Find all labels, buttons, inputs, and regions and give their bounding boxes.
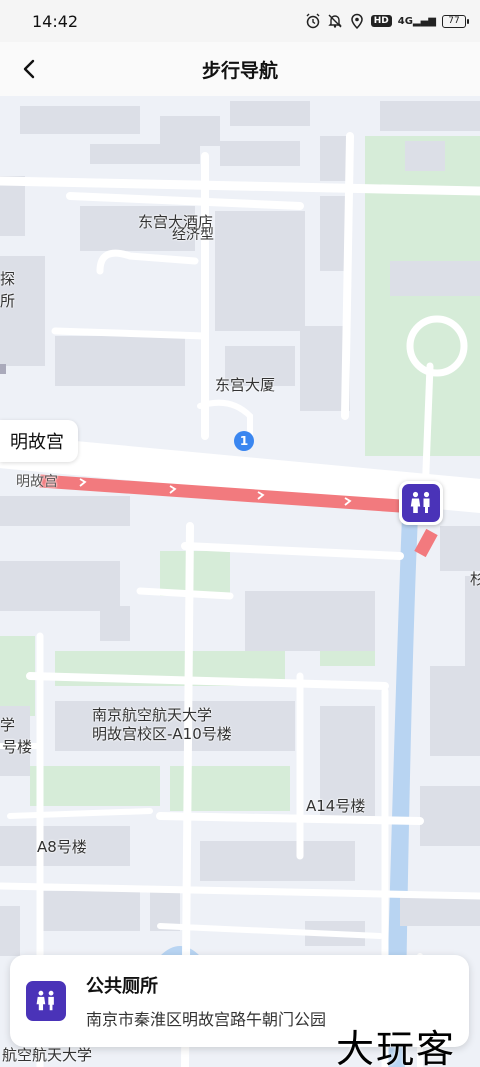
chevron-left-icon: [23, 59, 35, 79]
battery-level: 77: [448, 16, 460, 26]
page-title: 步行导航: [201, 59, 278, 82]
hd-icon: HD: [370, 15, 392, 27]
signal-icon: 4G▂▄▆: [397, 15, 436, 27]
place-chip[interactable]: 明故宫: [0, 420, 78, 462]
map-label-partial-5: 航空航天大学: [2, 1046, 93, 1064]
battery-icon: 77: [442, 14, 469, 28]
map-label-a14[interactable]: A14号楼: [306, 795, 365, 816]
poi-number-badge[interactable]: 1: [234, 431, 254, 451]
map-label-partial-6: 杉: [470, 570, 480, 588]
map-view[interactable]: 东宫大酒店 经济型 探 所 东宫大厦 明故宫 南京航空航天大学 明故宫校区-A1…: [0, 96, 480, 1067]
map-label-donggong-building[interactable]: 东宫大厦: [215, 374, 275, 395]
toilet-icon: [402, 484, 440, 522]
watermark-logo: 大玩客: [336, 1027, 457, 1067]
map-label-a10[interactable]: 明故宫校区-A10号楼: [92, 723, 232, 744]
location-icon: [350, 13, 363, 29]
map-label-road: 明故宫: [16, 474, 58, 490]
map-label-a8[interactable]: A8号楼: [37, 836, 87, 857]
poi-name: 公共厕所: [86, 976, 158, 997]
status-bar: 14:42 HD 4G▂▄▆ 77: [0, 0, 480, 42]
alarm-icon: [306, 13, 320, 29]
back-button[interactable]: [14, 54, 44, 84]
map-label-partial-3: 学: [0, 716, 16, 734]
toilet-icon: [26, 981, 66, 1021]
map-base: [0, 101, 480, 1067]
nav-header: 步行导航: [0, 42, 480, 96]
card-text: 公共厕所 南京市秦淮区明故宫路午朝门公园: [86, 972, 326, 1030]
status-time: 14:42: [32, 11, 79, 31]
map-label-university[interactable]: 南京航空航天大学: [92, 704, 212, 725]
signal-label: 4G: [397, 15, 413, 27]
map-label-partial-1: 探: [0, 270, 16, 288]
map-label-partial-4: 号楼: [2, 738, 33, 756]
poi-address: 南京市秦淮区明故宫路午朝门公园: [86, 1010, 327, 1029]
map-label-partial-2: 所: [0, 292, 16, 310]
map-label-hotel-type: 经济型: [172, 227, 214, 243]
notification-icon: [328, 14, 342, 28]
toilet-poi-marker[interactable]: [399, 481, 443, 525]
status-icons: HD 4G▂▄▆ 77: [305, 13, 469, 29]
